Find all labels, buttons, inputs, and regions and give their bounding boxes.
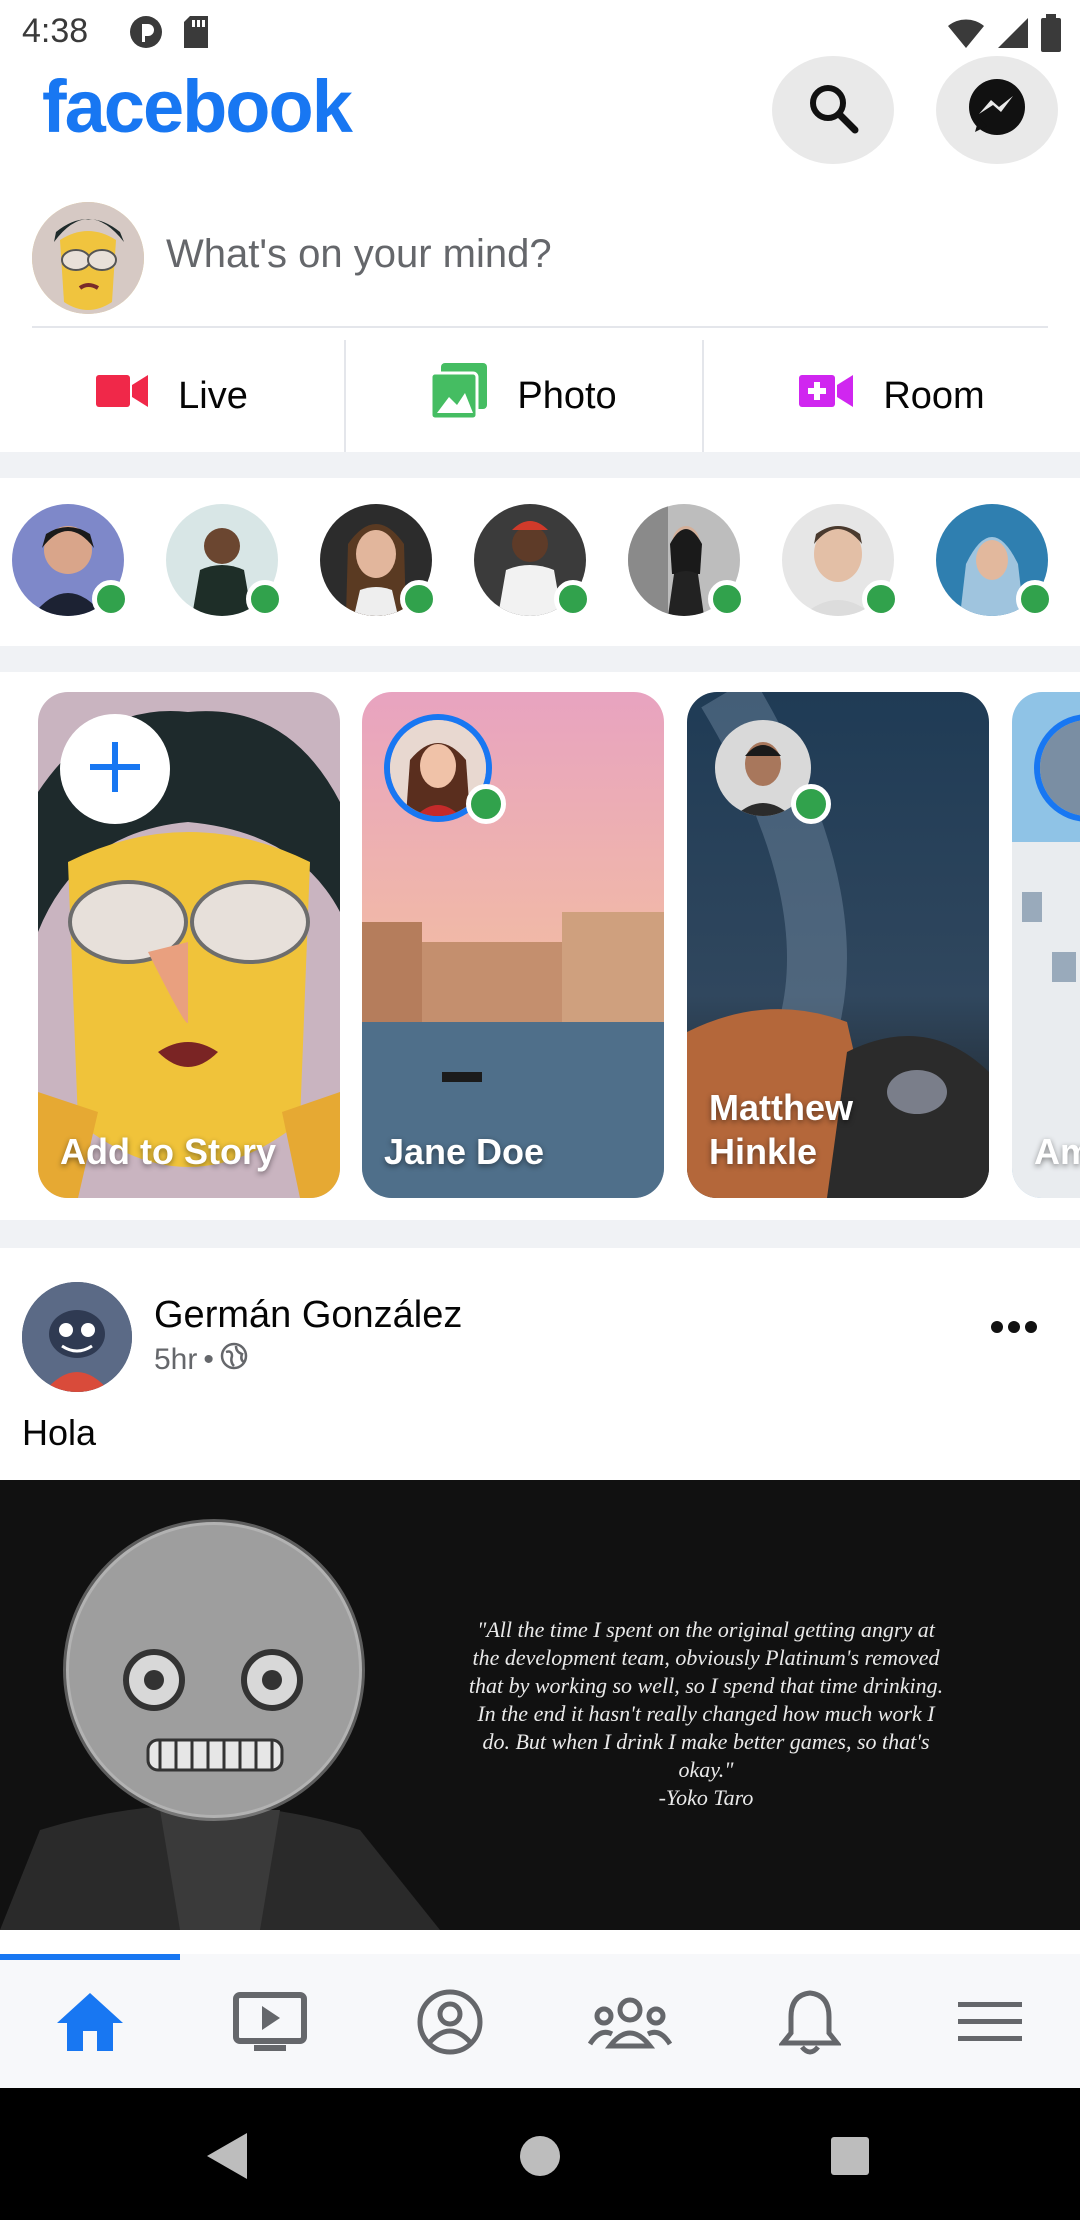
post-options-button[interactable] (990, 1320, 1038, 1339)
post-text: Hola (22, 1412, 97, 1453)
online-indicator (708, 580, 746, 618)
composer-divider (32, 326, 1048, 328)
post-time[interactable]: 5hr (154, 1343, 197, 1377)
home-system-button[interactable] (510, 2128, 570, 2188)
story-card-jane-doe[interactable]: Jane Doe (362, 692, 664, 1198)
post-author-name[interactable]: Germán González (154, 1294, 462, 1337)
messenger-icon (961, 72, 1033, 149)
online-indicator (554, 580, 592, 618)
notifications-icon (777, 1989, 843, 2060)
story-name: Am (1034, 1131, 1080, 1172)
tab-menu[interactable] (900, 1984, 1080, 2064)
online-indicator (466, 784, 506, 824)
profile-icon (416, 1988, 484, 2061)
quote-text: "All the time I spent on the original ge… (466, 1616, 946, 1812)
wifi-icon (946, 16, 986, 55)
add-story-button[interactable] (60, 714, 170, 824)
live-button[interactable]: Live (0, 340, 346, 452)
photo-icon (429, 363, 488, 429)
story-name: Add to Story (60, 1131, 276, 1172)
search-icon (803, 78, 863, 143)
active-friend-1[interactable] (12, 504, 130, 618)
room-label: Room (883, 374, 985, 417)
status-right-icons (946, 14, 1062, 57)
app-header: facebook (0, 56, 1080, 176)
my-avatar[interactable] (32, 202, 144, 314)
battery-icon (1040, 14, 1062, 57)
tab-watch[interactable] (180, 1984, 360, 2064)
recents-button[interactable] (820, 2128, 880, 2188)
active-friend-2[interactable] (166, 504, 284, 618)
globe-icon (220, 1342, 248, 1378)
status-left-icons (128, 14, 212, 55)
back-button[interactable] (196, 2128, 256, 2188)
post-meta: 5hr • (154, 1342, 248, 1378)
story-card-partial[interactable]: Am (1012, 692, 1080, 1198)
menu-icon (958, 2000, 1022, 2049)
active-friend-7[interactable] (936, 504, 1054, 618)
recents-square-icon (829, 2135, 871, 2182)
online-indicator (1016, 580, 1054, 618)
search-button[interactable] (772, 56, 894, 164)
tab-groups[interactable] (540, 1984, 720, 2064)
post-composer: What's on your mind? (0, 196, 1080, 328)
online-indicator (862, 580, 900, 618)
status-time: 4:38 (22, 12, 89, 50)
watch-icon (232, 1991, 308, 2058)
story-name: Matthew Hinkle (709, 1087, 853, 1172)
meta-separator: • (203, 1343, 214, 1376)
bottom-navigation (0, 1954, 1080, 2088)
add-story-card[interactable]: Add to Story (38, 692, 340, 1198)
groups-icon (587, 1994, 673, 2055)
video-plus-icon (799, 373, 854, 419)
facebook-logo[interactable]: facebook (42, 64, 353, 149)
active-friend-5[interactable] (628, 504, 746, 618)
online-indicator (246, 580, 284, 618)
photo-button[interactable]: Photo (346, 340, 704, 452)
stories-row: Add to Story Jane Doe Matthew Hinkle Am (0, 672, 1080, 1220)
story-card-matthew-hinkle[interactable]: Matthew Hinkle (687, 692, 989, 1198)
active-tab-indicator (0, 1954, 180, 1960)
online-indicator (400, 580, 438, 618)
tab-notifications[interactable] (720, 1984, 900, 2064)
active-friend-4[interactable] (474, 504, 592, 618)
feed-post: Germán González 5hr • Hola "All the time… (0, 1248, 1080, 1960)
home-circle-icon (518, 2134, 562, 2183)
back-triangle-icon (203, 2131, 249, 2186)
online-indicator (92, 580, 130, 618)
section-divider (0, 1220, 1080, 1248)
live-label: Live (178, 374, 248, 417)
home-icon (55, 1991, 125, 2058)
plus-icon (88, 740, 142, 799)
quote-author: -Yoko Taro (658, 1785, 754, 1810)
post-author-avatar[interactable] (22, 1282, 132, 1392)
section-divider (0, 646, 1080, 672)
photo-label: Photo (517, 374, 617, 417)
active-friends-row (0, 478, 1080, 646)
post-image[interactable]: "All the time I spent on the original ge… (0, 1480, 1080, 1930)
more-horizontal-icon (990, 1321, 1038, 1338)
room-button[interactable]: Room (704, 340, 1080, 452)
tab-home[interactable] (0, 1984, 180, 2064)
online-indicator (791, 784, 831, 824)
composer-input[interactable]: What's on your mind? (166, 232, 552, 277)
section-divider (0, 452, 1080, 478)
quote-body: "All the time I spent on the original ge… (468, 1617, 944, 1782)
story-name: Jane Doe (384, 1131, 545, 1172)
signal-icon (996, 16, 1030, 55)
active-friend-3[interactable] (320, 504, 438, 618)
messenger-button[interactable] (936, 56, 1058, 164)
composer-actions: Live Photo Room (0, 340, 1080, 452)
pocket-casts-icon (128, 14, 164, 55)
sd-card-icon (182, 14, 212, 55)
video-camera-icon (96, 373, 149, 419)
system-navigation-bar (0, 2088, 1080, 2220)
tab-profile[interactable] (360, 1984, 540, 2064)
active-friend-6[interactable] (782, 504, 900, 618)
